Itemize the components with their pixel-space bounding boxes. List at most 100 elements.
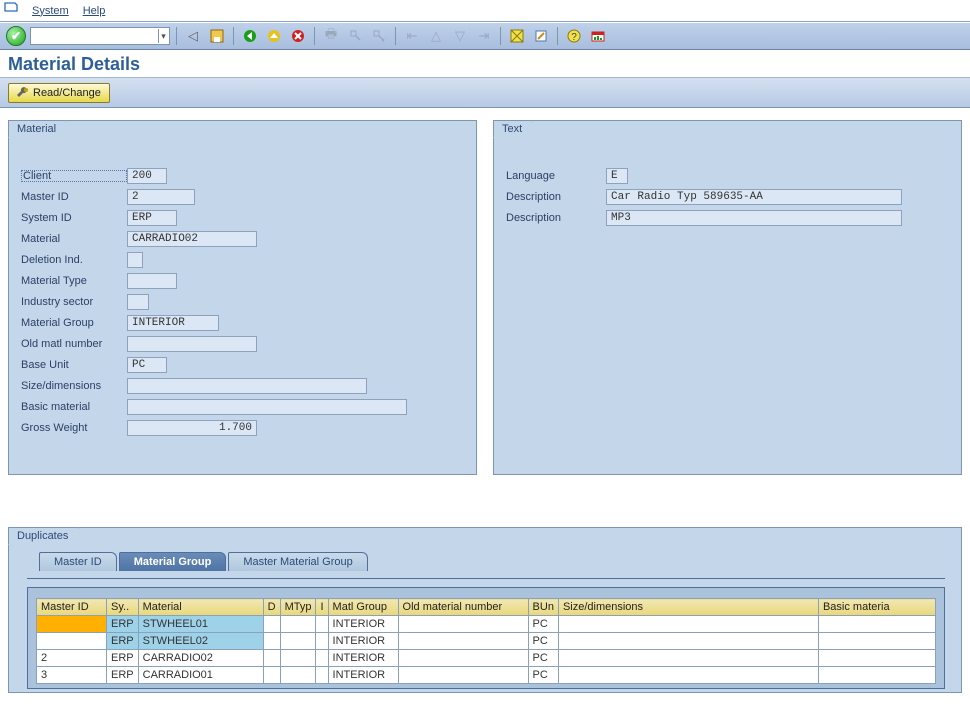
cell-size[interactable] (558, 667, 818, 684)
col-size[interactable]: Size/dimensions (558, 599, 818, 616)
col-bun[interactable]: BUn (528, 599, 558, 616)
cell-old[interactable] (398, 633, 528, 650)
col-i[interactable]: I (316, 599, 328, 616)
cell-old[interactable] (398, 650, 528, 667)
cell-bun[interactable]: PC (528, 633, 558, 650)
tab-master-material-group[interactable]: Master Material Group (228, 552, 367, 571)
cell-bun[interactable]: PC (528, 616, 558, 633)
table-row[interactable]: ERPSTWHEEL01 INTERIOR PC (37, 616, 936, 633)
cell-i[interactable] (316, 616, 328, 633)
cell-old[interactable] (398, 616, 528, 633)
cell-master_id[interactable] (37, 633, 107, 650)
text-panel-title: Text (493, 120, 533, 138)
cell-d[interactable] (263, 667, 280, 684)
new-session-icon[interactable] (507, 26, 527, 46)
table-row[interactable]: ERPSTWHEEL02 INTERIOR PC (37, 633, 936, 650)
menu-system[interactable]: System (26, 3, 75, 19)
col-material[interactable]: Material (138, 599, 263, 616)
cell-bm[interactable] (818, 616, 935, 633)
value-size-dimensions (127, 378, 367, 394)
label-system-id: System ID (21, 212, 127, 224)
tab-master-id[interactable]: Master ID (39, 552, 117, 571)
text-panel: Text Language E Description Car Radio Ty… (493, 120, 962, 475)
cell-master_id[interactable]: 3 (37, 667, 107, 684)
nav-back-icon[interactable] (240, 26, 260, 46)
print-icon[interactable]: 🖶 (321, 26, 341, 46)
cell-material[interactable]: CARRADIO02 (138, 650, 263, 667)
cell-sy[interactable]: ERP (107, 616, 139, 633)
cell-bm[interactable] (818, 667, 935, 684)
material-panel: Material Client 200 Master ID 2 System I… (8, 120, 477, 475)
save-icon[interactable] (207, 26, 227, 46)
cell-i[interactable] (316, 633, 328, 650)
table-row[interactable]: 2ERPCARRADIO02 INTERIOR PC (37, 650, 936, 667)
cell-matl_group[interactable]: INTERIOR (328, 616, 398, 633)
nav-exit-icon[interactable] (264, 26, 284, 46)
cell-i[interactable] (316, 650, 328, 667)
duplicates-grid[interactable]: Master ID Sy.. Material D MTyp I Matl Gr… (36, 598, 936, 684)
label-base-unit: Base Unit (21, 359, 127, 371)
col-basic-mat[interactable]: Basic materia (818, 599, 935, 616)
create-shortcut-icon[interactable] (531, 26, 551, 46)
back-icon[interactable]: ◁ (183, 26, 203, 46)
cell-size[interactable] (558, 650, 818, 667)
cell-material[interactable]: STWHEEL02 (138, 633, 263, 650)
cell-d[interactable] (263, 633, 280, 650)
value-language: E (606, 168, 628, 184)
cell-mtyp[interactable] (280, 667, 316, 684)
col-mtyp[interactable]: MTyp (280, 599, 316, 616)
read-change-button[interactable]: Read/Change (8, 83, 110, 103)
cell-size[interactable] (558, 633, 818, 650)
value-system-id: ERP (127, 210, 177, 226)
col-old-mat[interactable]: Old material number (398, 599, 528, 616)
grid-header-row: Master ID Sy.. Material D MTyp I Matl Gr… (37, 599, 936, 616)
col-system[interactable]: Sy.. (107, 599, 139, 616)
cell-sy[interactable]: ERP (107, 667, 139, 684)
cell-material[interactable]: STWHEEL01 (138, 616, 263, 633)
prev-page-icon[interactable]: △ (426, 26, 446, 46)
menu-help[interactable]: Help (77, 3, 112, 19)
cell-d[interactable] (263, 650, 280, 667)
cell-size[interactable] (558, 616, 818, 633)
cell-matl_group[interactable]: INTERIOR (328, 650, 398, 667)
cell-master_id[interactable] (37, 616, 107, 633)
first-page-icon[interactable]: ⇤ (402, 26, 422, 46)
cell-material[interactable]: CARRADIO01 (138, 667, 263, 684)
tab-material-group[interactable]: Material Group (119, 552, 227, 571)
command-field[interactable] (30, 27, 170, 45)
col-matl-group[interactable]: Matl Group (328, 599, 398, 616)
layout-icon[interactable] (588, 26, 608, 46)
value-description2: MP3 (606, 210, 902, 226)
enter-button[interactable]: ✔ (6, 26, 26, 46)
cell-sy[interactable]: ERP (107, 650, 139, 667)
help-icon[interactable]: ? (564, 26, 584, 46)
command-history-icon[interactable]: ▾ (158, 29, 168, 43)
col-d[interactable]: D (263, 599, 280, 616)
cell-bm[interactable] (818, 650, 935, 667)
cell-bun[interactable]: PC (528, 667, 558, 684)
label-material-type: Material Type (21, 275, 127, 287)
table-row[interactable]: 3ERPCARRADIO01 INTERIOR PC (37, 667, 936, 684)
cell-i[interactable] (316, 667, 328, 684)
cell-bun[interactable]: PC (528, 650, 558, 667)
col-master-id[interactable]: Master ID (37, 599, 107, 616)
cell-matl_group[interactable]: INTERIOR (328, 633, 398, 650)
material-panel-title: Material (8, 120, 67, 138)
label-deletion-ind: Deletion Ind. (21, 254, 127, 266)
cell-mtyp[interactable] (280, 633, 316, 650)
cell-old[interactable] (398, 667, 528, 684)
cell-sy[interactable]: ERP (107, 633, 139, 650)
cell-bm[interactable] (818, 633, 935, 650)
value-old-matl-number (127, 336, 257, 352)
cell-d[interactable] (263, 616, 280, 633)
nav-cancel-icon[interactable] (288, 26, 308, 46)
cell-mtyp[interactable] (280, 616, 316, 633)
find-next-icon[interactable] (369, 26, 389, 46)
next-page-icon[interactable]: ▽ (450, 26, 470, 46)
find-icon[interactable] (345, 26, 365, 46)
cell-mtyp[interactable] (280, 650, 316, 667)
title-bar: Material Details (0, 50, 970, 78)
cell-matl_group[interactable]: INTERIOR (328, 667, 398, 684)
last-page-icon[interactable]: ⇥ (474, 26, 494, 46)
cell-master_id[interactable]: 2 (37, 650, 107, 667)
